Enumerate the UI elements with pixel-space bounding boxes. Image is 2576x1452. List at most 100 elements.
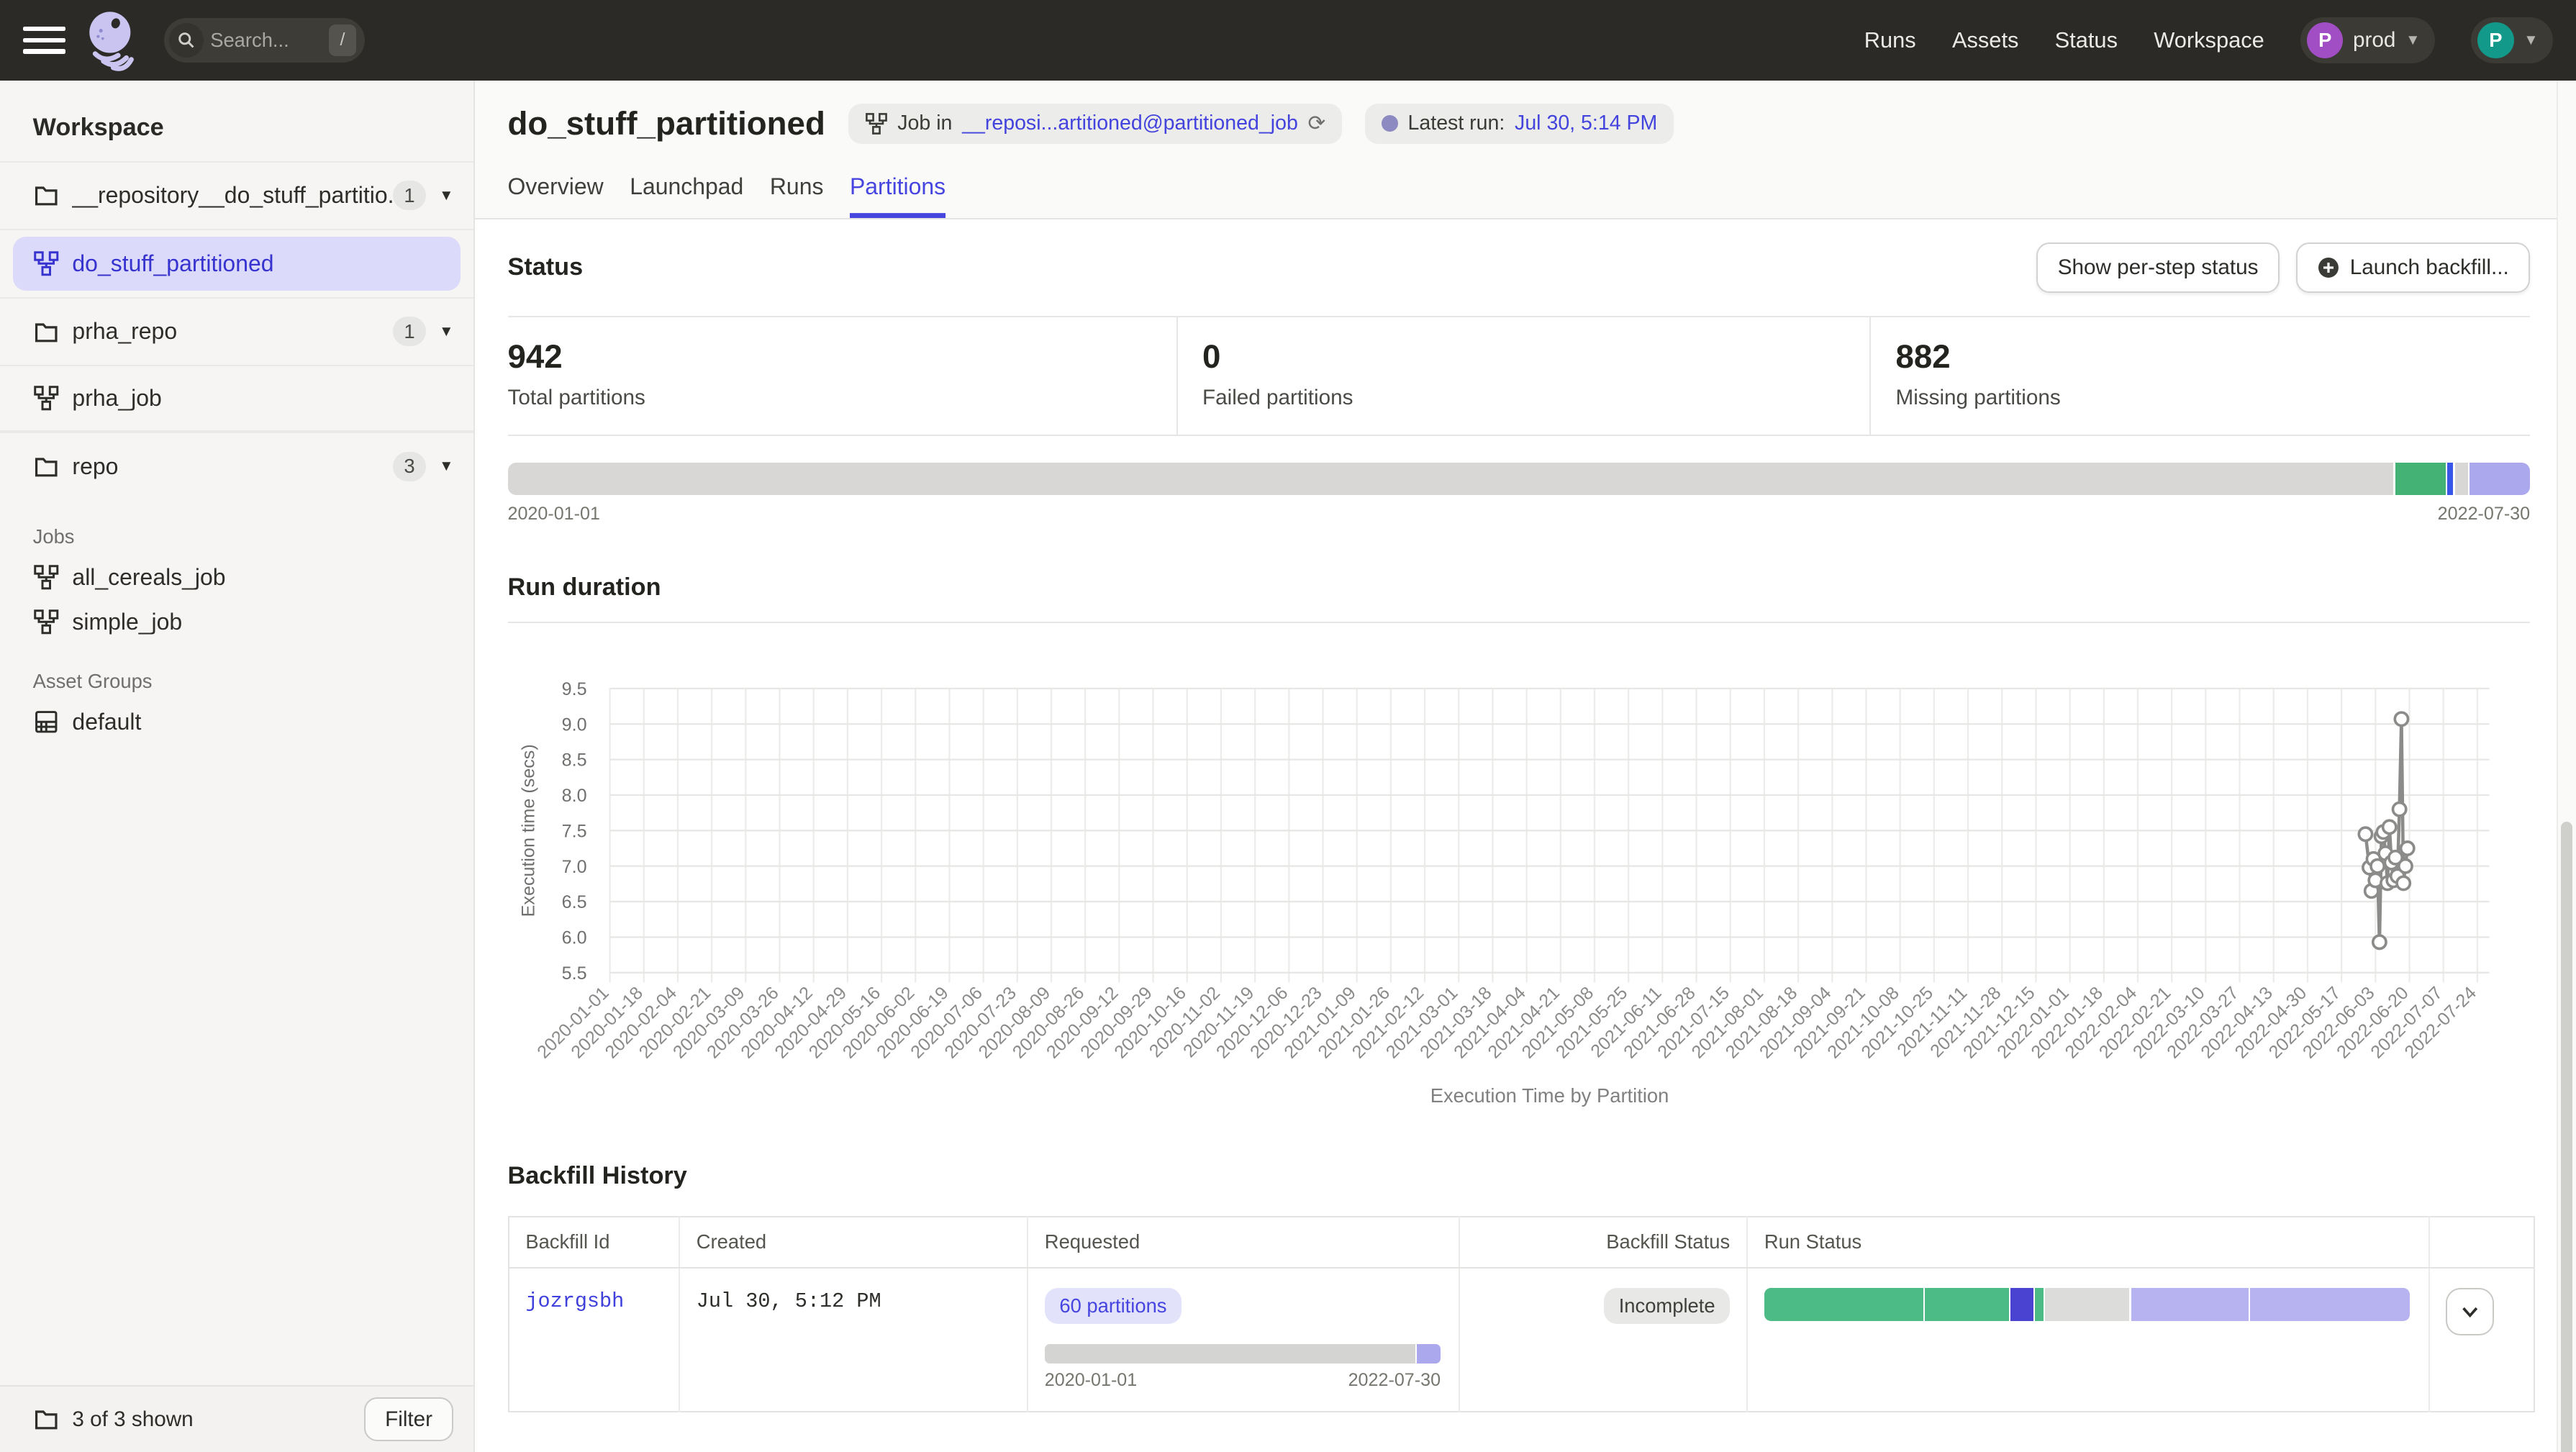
refresh-icon[interactable]: ⟳ [1308, 113, 1326, 135]
partition-status-bar[interactable] [508, 463, 2531, 496]
deployment-avatar: P [2307, 22, 2343, 58]
user-menu[interactable]: P ▼ [2471, 17, 2553, 63]
stat-label: Total partitions [508, 386, 1176, 410]
nav-link-assets[interactable]: Assets [1952, 27, 2018, 53]
col-requested: Requested [1028, 1217, 1459, 1268]
dagster-app: / Runs Assets Status Workspace P prod ▼ … [0, 0, 2576, 1452]
job-icon [33, 250, 60, 277]
nav-link-workspace[interactable]: Workspace [2154, 27, 2264, 53]
stat-missing-partitions: 882 Missing partitions [1869, 317, 2530, 435]
backfill-history-table: Backfill Id Created Requested Backfill S… [508, 1216, 2535, 1412]
job-origin-link[interactable]: __reposi...artitioned@partitioned_job [962, 112, 1298, 135]
job-icon [33, 385, 60, 412]
search-icon [169, 23, 204, 58]
svg-text:8.5: 8.5 [561, 750, 586, 771]
sidebar-item-repository[interactable]: __repository__do_stuff_partitio... 1 ▼ [0, 161, 473, 229]
main-content: do_stuff_partitioned Job in __reposi...a… [475, 81, 2576, 1452]
sidebar-item-label: prha_repo [72, 318, 393, 345]
workspace-sidebar: Workspace __repository__do_stuff_partiti… [0, 81, 475, 1452]
svg-text:Execution time (secs): Execution time (secs) [518, 745, 538, 917]
page-scrollbar[interactable] [2557, 81, 2576, 1452]
run-duration-section: Run duration 2020-01-012020-01-182020-02… [475, 525, 2576, 1116]
page-title: do_stuff_partitioned [508, 105, 825, 142]
sidebar-item-label: prha_job [72, 385, 453, 412]
latest-run-link[interactable]: Jul 30, 5:14 PM [1515, 112, 1657, 135]
folder-icon [33, 453, 60, 480]
latest-run-pill: Latest run: Jul 30, 5:14 PM [1365, 104, 1674, 144]
sidebar-item-label: repo [72, 453, 393, 480]
sidebar-item-prha-job[interactable]: prha_job [0, 365, 473, 432]
deployment-name: prod [2353, 28, 2395, 53]
repos-shown-count: 3 of 3 shown [72, 1407, 193, 1432]
sidebar-item-repo[interactable]: repo 3 ▼ [0, 432, 473, 499]
col-expand [2429, 1217, 2534, 1268]
chevron-down-icon [2460, 1302, 2480, 1321]
sidebar-item-prha-repo[interactable]: prha_repo 1 ▼ [0, 297, 473, 365]
requested-range-end: 2022-07-30 [1348, 1370, 1441, 1391]
svg-text:7.0: 7.0 [561, 857, 586, 877]
tab-partitions[interactable]: Partitions [850, 167, 945, 218]
show-per-step-status-label: Show per-step status [2058, 255, 2259, 280]
nav-link-runs[interactable]: Runs [1864, 27, 1916, 53]
svg-text:9.0: 9.0 [561, 715, 586, 735]
filter-button[interactable]: Filter [364, 1397, 454, 1441]
chevron-down-icon[interactable]: ▼ [439, 458, 453, 475]
tab-overview[interactable]: Overview [508, 167, 604, 218]
svg-text:6.0: 6.0 [561, 928, 586, 948]
chevron-down-icon[interactable]: ▼ [439, 187, 453, 204]
backfill-history-section: Backfill History Backfill Id Created Req… [475, 1116, 2576, 1412]
chevron-down-icon: ▼ [2405, 32, 2420, 49]
sidebar-item-label: simple_job [72, 609, 182, 635]
col-backfill-id: Backfill Id [509, 1217, 679, 1268]
requested-partitions-pill[interactable]: 60 partitions [1045, 1288, 1182, 1324]
stat-value: 942 [508, 338, 1176, 376]
run-duration-title: Run duration [508, 573, 2531, 622]
job-count-badge: 3 [393, 452, 426, 481]
job-icon [33, 564, 60, 591]
chevron-down-icon[interactable]: ▼ [439, 323, 453, 340]
svg-text:8.0: 8.0 [561, 786, 586, 806]
deployment-switcher[interactable]: P prod ▼ [2300, 17, 2435, 63]
sidebar-item-all-cereals-job[interactable]: all_cereals_job [0, 555, 473, 600]
search-shortcut-key: / [329, 24, 357, 55]
tab-launchpad[interactable]: Launchpad [630, 167, 743, 218]
scrollbar-thumb[interactable] [2561, 822, 2572, 1452]
job-origin-prefix: Job in [897, 112, 952, 135]
show-per-step-status-button[interactable]: Show per-step status [2036, 242, 2280, 293]
dagster-logo-icon[interactable] [82, 9, 141, 72]
job-count-badge: 1 [393, 181, 426, 210]
asset-groups-section-label: Asset Groups [0, 644, 473, 700]
backfill-created: Jul 30, 5:12 PM [697, 1289, 881, 1313]
run-status-bar[interactable] [1764, 1288, 2410, 1321]
nav-link-status[interactable]: Status [2055, 27, 2118, 53]
stat-value: 0 [1202, 338, 1869, 376]
requested-range-bar [1045, 1344, 1441, 1363]
sidebar-item-default-asset-group[interactable]: default [0, 700, 473, 745]
job-header: do_stuff_partitioned Job in __reposi...a… [475, 81, 2576, 219]
sidebar-item-label: __repository__do_stuff_partitio... [72, 182, 393, 209]
sidebar-item-label: default [72, 709, 141, 735]
launch-backfill-label: Launch backfill... [2350, 255, 2509, 280]
col-created: Created [679, 1217, 1028, 1268]
expand-row-button[interactable] [2446, 1288, 2493, 1335]
stat-label: Missing partitions [1895, 386, 2530, 410]
stat-failed-partitions: 0 Failed partitions [1176, 317, 1870, 435]
top-nav: / Runs Assets Status Workspace P prod ▼ … [0, 0, 2576, 81]
menu-icon[interactable] [23, 19, 65, 61]
sidebar-footer: 3 of 3 shown Filter [0, 1385, 473, 1452]
backfill-history-title: Backfill History [508, 1162, 2531, 1190]
folder-icon [33, 182, 60, 209]
sidebar-item-label: all_cereals_job [72, 564, 225, 591]
launch-backfill-button[interactable]: Launch backfill... [2296, 242, 2530, 293]
col-backfill-status: Backfill Status [1459, 1217, 1747, 1268]
sidebar-item-do-stuff-partitioned[interactable]: do_stuff_partitioned [13, 237, 460, 291]
partition-range-start: 2020-01-01 [508, 504, 600, 525]
search-input[interactable] [204, 29, 329, 52]
svg-text:5.5: 5.5 [561, 963, 586, 984]
svg-text:6.5: 6.5 [561, 892, 586, 912]
asset-group-icon [33, 709, 60, 735]
tab-runs[interactable]: Runs [770, 167, 824, 218]
search-box[interactable]: / [164, 18, 365, 63]
sidebar-item-simple-job[interactable]: simple_job [0, 599, 473, 644]
backfill-id-link[interactable]: jozrgsbh [525, 1289, 624, 1313]
